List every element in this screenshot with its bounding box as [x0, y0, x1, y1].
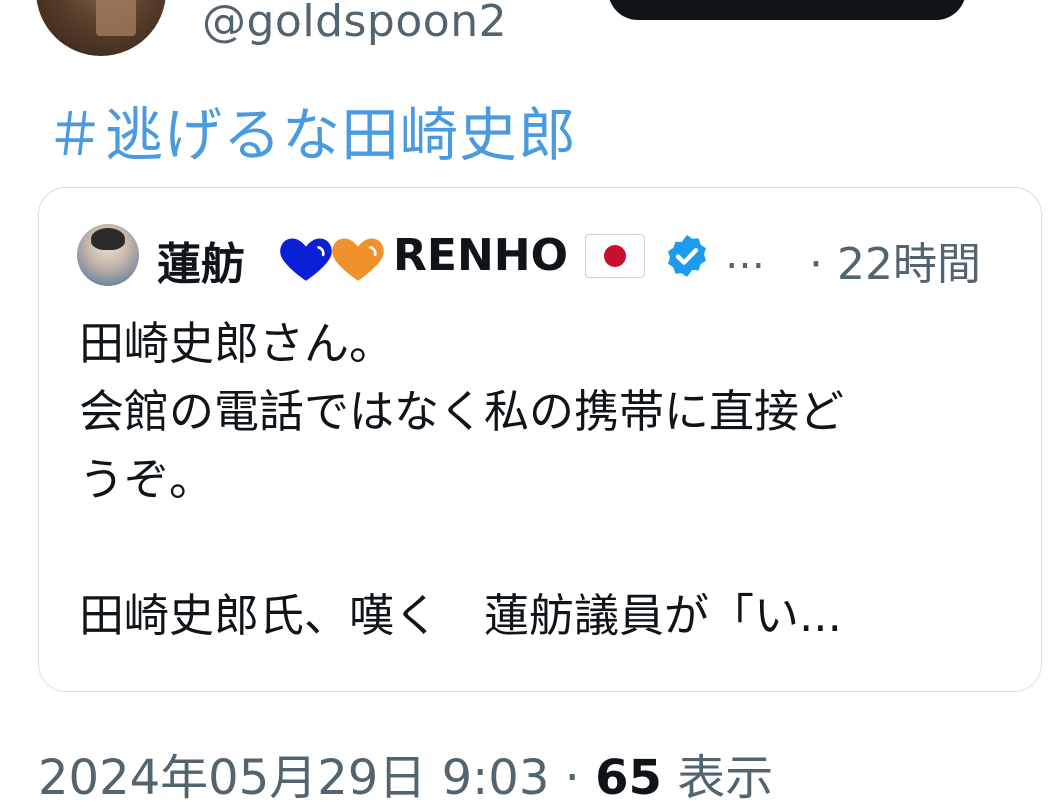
tweet-meta: 2024年05月29日 9:03 · 65 表示 [38, 738, 773, 808]
avatar-photo-detail [96, 0, 136, 36]
quoted-author-name-suffix[interactable]: RENHO [393, 230, 568, 281]
tweet-detail: @goldspoon2 ＃逃げるな田崎史郎 蓮舫 RENHO … · 22時間 … [0, 0, 1051, 808]
author-avatar[interactable] [36, 0, 166, 56]
quoted-body-line: うぞ。 [79, 453, 215, 506]
quoted-body-line: 会館の電話ではなく私の携帯に直接ど [79, 385, 845, 438]
quoted-body-line: 田崎史郎さん。 [79, 317, 395, 370]
views-count: 65 [595, 750, 662, 806]
quoted-tweet-time[interactable]: · 22時間 [809, 228, 981, 292]
hashtag-link[interactable]: ＃逃げるな田崎史郎 [46, 88, 577, 172]
quoted-body-line [79, 514, 1009, 582]
orange-heart-icon [332, 238, 384, 281]
tweet-timestamp[interactable]: 2024年05月29日 9:03 · [38, 750, 595, 806]
quoted-body-line: 田崎史郎氏、嘆く 蓮舫議員が「い... [79, 589, 842, 642]
blue-heart-icon [280, 238, 332, 281]
japan-flag-icon [585, 234, 645, 278]
quoted-tweet-body: 田崎史郎さん。 会館の電話ではなく私の携帯に直接ど うぞ。 田崎史郎氏、嘆く 蓮… [79, 310, 1009, 650]
quoted-author-avatar[interactable] [77, 224, 139, 286]
quoted-author-name[interactable]: 蓮舫 [157, 228, 245, 292]
quoted-name-overflow: … [725, 232, 765, 278]
author-handle[interactable]: @goldspoon2 [202, 0, 507, 47]
verified-badge-icon[interactable] [663, 232, 711, 280]
quoted-tweet-card[interactable]: 蓮舫 RENHO … · 22時間 田崎史郎さん。 会館の電話ではなく私の携帯に… [38, 187, 1042, 692]
views-label: 表示 [661, 750, 774, 806]
follow-button[interactable] [608, 0, 966, 20]
